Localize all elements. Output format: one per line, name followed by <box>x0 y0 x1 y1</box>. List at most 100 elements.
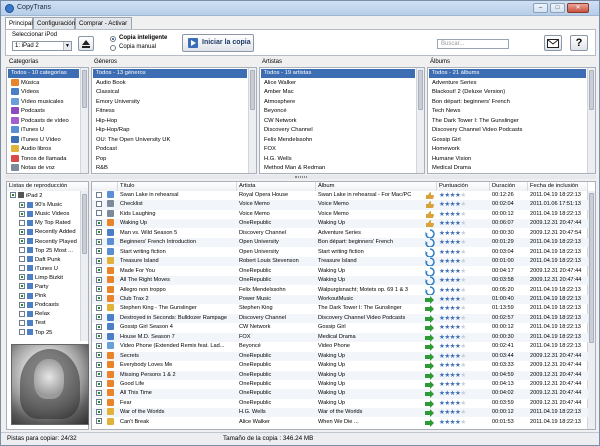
row-checkbox[interactable] <box>96 314 102 321</box>
row-checkbox[interactable] <box>96 418 102 425</box>
manual-copy-radio[interactable] <box>110 45 116 51</box>
row-checkbox[interactable] <box>96 399 102 406</box>
rating-stars[interactable]: ★★★★★ <box>437 399 490 408</box>
playlist-item[interactable]: Test <box>19 319 46 328</box>
table-row[interactable]: Good Life OneRepublic Waking Up ★★★★★ 00:04:… <box>92 380 588 389</box>
genres-item[interactable]: Hip-Hop/Rap <box>93 126 247 135</box>
rating-stars[interactable]: ★★★★★ <box>437 323 490 332</box>
playlist-checkbox[interactable] <box>19 219 25 226</box>
table-row[interactable]: War of the Worlds H.G. Wells War of the Wo… <box>92 408 588 418</box>
categories-item[interactable]: Audio libros <box>8 145 79 154</box>
rating-stars[interactable]: ★★★★★ <box>437 389 490 398</box>
playlist-item[interactable]: Recently Added <box>19 228 76 237</box>
artists-item[interactable]: Amber Mac <box>261 88 415 97</box>
albums-item[interactable]: Homework <box>429 145 586 154</box>
playlist-checkbox[interactable] <box>19 292 25 299</box>
playlist-checkbox[interactable] <box>19 210 25 217</box>
row-checkbox[interactable] <box>96 352 102 359</box>
row-checkbox[interactable] <box>96 248 102 255</box>
help-button[interactable]: ? <box>570 35 588 51</box>
row-checkbox[interactable] <box>96 380 102 387</box>
genres-item[interactable]: Hip-Hop <box>93 117 247 126</box>
playlist-checkbox[interactable] <box>19 247 25 254</box>
eject-button[interactable] <box>78 36 94 51</box>
table-row[interactable]: Made For You OneRepublic Waking Up ★★★★★ 00:… <box>92 266 588 276</box>
playlist-item[interactable]: Pink <box>19 292 46 301</box>
column-header[interactable]: Álbum <box>316 182 437 191</box>
playlist-item[interactable]: Relax <box>19 310 50 319</box>
rating-stars[interactable]: ★★★★★ <box>437 286 490 295</box>
artists-item[interactable]: Felix Mendelssohn <box>261 136 415 145</box>
categories-item[interactable]: iTunes U Vídeo <box>8 135 79 145</box>
rating-stars[interactable]: ★★★★★ <box>437 210 490 219</box>
categories-item[interactable]: iTunes U <box>8 126 79 135</box>
playlist-item[interactable]: Daft Punk <box>19 256 60 265</box>
artists-list[interactable]: Todos - 19 artistas Alice Walker Amber Mac… <box>259 67 425 174</box>
artists-item[interactable]: Alice Walker <box>261 79 415 88</box>
artists-scrollbar[interactable] <box>416 68 424 173</box>
column-header[interactable]: Artista <box>237 182 316 191</box>
categories-item[interactable]: Notas de voz <box>8 164 79 173</box>
ipod-select[interactable]: 1: iPad 2 ▼ <box>12 41 72 51</box>
rating-stars[interactable]: ★★★★★ <box>437 276 490 285</box>
categories-item[interactable]: Todos - 10 categorías <box>8 69 79 78</box>
table-row[interactable]: House M.D. Season 7 FOX Medical Drama ★★★★★… <box>92 332 588 342</box>
genres-item[interactable]: Emory University <box>93 98 247 107</box>
table-row[interactable]: Man vs. Wild Season 5 Discovery Channel Ad… <box>92 228 588 238</box>
categories-list[interactable]: Todos - 10 categorías Música Vídeos Vídeo m… <box>6 67 89 174</box>
column-header[interactable]: Título <box>118 182 237 191</box>
rating-stars[interactable]: ★★★★★ <box>437 304 490 313</box>
table-row[interactable]: Destroyed in Seconds: Bulldozer Rampage D… <box>92 313 588 323</box>
rating-stars[interactable]: ★★★★★ <box>437 418 490 427</box>
row-checkbox[interactable] <box>96 389 102 396</box>
categories-item[interactable]: Vídeos <box>8 88 79 97</box>
tracks-scrollbar[interactable] <box>587 191 595 429</box>
albums-item[interactable]: Todos - 21 álbums <box>429 69 586 78</box>
playlist-checkbox[interactable] <box>19 328 25 335</box>
row-checkbox[interactable] <box>96 295 102 302</box>
horizontal-splitter[interactable] <box>5 175 596 179</box>
table-row[interactable]: Waking Up OneRepublic Waking Up ★★★★★ 00:06:… <box>92 219 588 229</box>
row-checkbox[interactable] <box>96 286 102 293</box>
table-row[interactable]: Video Phone (Extended Remix feat. Lad...… <box>92 342 588 352</box>
row-checkbox[interactable] <box>96 408 102 415</box>
table-row[interactable]: Gossip Girl Season 4 CW Network Gossip Gir… <box>92 323 588 333</box>
row-checkbox[interactable] <box>96 229 102 236</box>
genres-item[interactable]: R&B <box>93 164 247 173</box>
table-row[interactable]: Start writing fiction Open University Star… <box>92 247 588 257</box>
artists-item[interactable]: FOX <box>261 145 415 154</box>
row-checkbox[interactable] <box>96 342 102 349</box>
artists-item[interactable]: Discovery Channel <box>261 126 415 135</box>
genres-item[interactable]: Podcast <box>93 145 247 154</box>
genres-item[interactable]: Todos - 13 géneros <box>93 69 247 78</box>
artists-item[interactable]: H.G. Wells <box>261 155 415 164</box>
playlists-scrollbar[interactable] <box>80 191 88 341</box>
albums-item[interactable]: Gossip Girl <box>429 136 586 145</box>
playlist-checkbox[interactable] <box>19 201 25 208</box>
row-checkbox[interactable] <box>96 304 102 311</box>
tab-configuracion[interactable]: Configuración <box>33 17 75 29</box>
table-row[interactable]: Club Trax 2 Power Music WorkoutMusic ★★★★★ 0… <box>92 294 588 305</box>
search-input[interactable]: Buscar... <box>437 39 509 49</box>
table-row[interactable]: Swan Lake in rehearsal Royal Opera House S… <box>92 191 588 200</box>
artists-item[interactable]: Todos - 19 artistas <box>261 69 415 78</box>
table-row[interactable]: Kids Laughing Voice Memo Voice Memo ★★★★★ 00… <box>92 209 588 219</box>
rating-stars[interactable]: ★★★★★ <box>437 191 490 200</box>
albums-item[interactable]: Bon départ: beginners' French <box>429 98 586 107</box>
genres-item[interactable]: OU: The Open University UK <box>93 136 247 145</box>
albums-item[interactable]: Tech News <box>429 107 586 116</box>
genres-item[interactable]: Audio Book <box>93 79 247 88</box>
rating-stars[interactable]: ★★★★★ <box>437 361 490 370</box>
row-checkbox[interactable] <box>96 257 102 264</box>
playlist-item[interactable]: Recently Played <box>19 237 77 247</box>
playlist-checkbox[interactable] <box>19 274 25 281</box>
albums-item[interactable]: Discovery Channel Video Podcasts <box>429 126 586 135</box>
categories-item[interactable]: Podcasts <box>8 107 79 116</box>
row-checkbox[interactable] <box>96 323 102 330</box>
albums-item[interactable]: Humane Vision <box>429 155 586 164</box>
table-row[interactable]: All This Time OneRepublic Waking Up ★★★★★ 00… <box>92 389 588 399</box>
playlist-item[interactable]: 90's Music <box>19 201 62 210</box>
categories-item[interactable]: Tonos de llamada <box>8 154 79 164</box>
table-row[interactable]: Secrets OneRepublic Waking Up ★★★★★ 00:03:44… <box>92 351 588 361</box>
table-row[interactable]: Treasure Island Robert Louis Stevenson Tre… <box>92 257 588 267</box>
